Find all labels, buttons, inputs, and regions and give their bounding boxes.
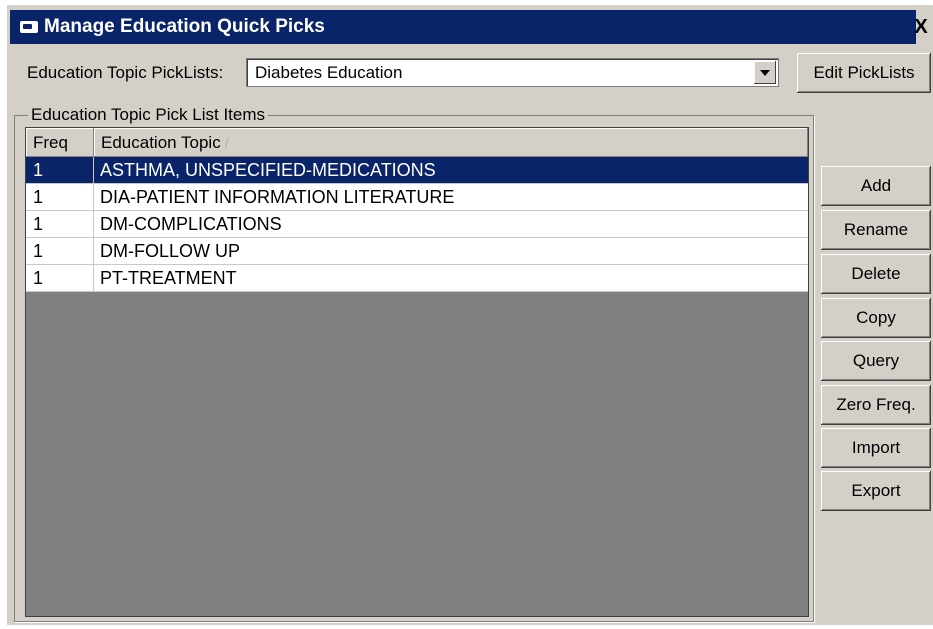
- chevron-down-icon: [760, 69, 770, 76]
- freq-cell: 1: [26, 184, 94, 211]
- freq-cell: 1: [26, 211, 94, 238]
- zero-freq-button[interactable]: Zero Freq.: [821, 385, 931, 425]
- freq-cell: 1: [26, 157, 94, 184]
- add-button[interactable]: Add: [821, 166, 931, 206]
- education-topic-grid[interactable]: Freq Education Topic/ 1 ASTHMA, UNSPECIFI…: [25, 127, 809, 617]
- delete-button[interactable]: Delete: [821, 254, 931, 294]
- table-row[interactable]: 1 ASTHMA, UNSPECIFIED-MEDICATIONS: [26, 157, 808, 184]
- group-label: Education Topic Pick List Items: [28, 104, 269, 126]
- export-button[interactable]: Export: [821, 471, 931, 511]
- import-button[interactable]: Import: [821, 428, 931, 468]
- freq-cell: 1: [26, 265, 94, 292]
- column-header-freq[interactable]: Freq: [26, 128, 94, 157]
- copy-button[interactable]: Copy: [821, 298, 931, 338]
- edit-picklists-button[interactable]: Edit PickLists: [797, 53, 931, 93]
- picklist-selected-value: Diabetes Education: [255, 63, 403, 82]
- rename-button[interactable]: Rename: [821, 210, 931, 250]
- dropdown-button[interactable]: [754, 61, 776, 84]
- title-bar: Manage Education Quick Picks: [10, 10, 916, 44]
- topic-cell: DM-COMPLICATIONS: [100, 214, 282, 234]
- column-header-topic[interactable]: Education Topic /: [94, 128, 808, 157]
- freq-cell: 1: [26, 238, 94, 265]
- column-header-topic-label: Education Topic: [101, 133, 221, 152]
- topic-cell: DIA-PATIENT INFORMATION LITERATURE: [100, 187, 455, 207]
- sort-indicator-icon: /: [224, 135, 229, 151]
- picklists-label: Education Topic PickLists:: [27, 63, 224, 82]
- query-button[interactable]: Query: [821, 341, 931, 381]
- table-row[interactable]: 1 DM-COMPLICATIONS: [26, 211, 808, 238]
- close-icon[interactable]: X: [910, 14, 932, 40]
- table-row[interactable]: 1 PT-TREATMENT: [26, 265, 808, 292]
- topic-cell: DM-FOLLOW UP: [100, 241, 241, 261]
- window-title: Manage Education Quick Picks: [44, 16, 325, 37]
- table-row[interactable]: 1 DIA-PATIENT INFORMATION LITERATURE: [26, 184, 808, 211]
- topic-cell: PT-TREATMENT: [100, 268, 237, 288]
- app-icon: [20, 21, 38, 33]
- topic-cell: ASTHMA, UNSPECIFIED-MEDICATIONS: [100, 160, 436, 180]
- picklist-dropdown[interactable]: Diabetes Education: [246, 58, 779, 87]
- table-row[interactable]: 1 DM-FOLLOW UP: [26, 238, 808, 265]
- grid-header: Freq Education Topic /: [26, 128, 808, 157]
